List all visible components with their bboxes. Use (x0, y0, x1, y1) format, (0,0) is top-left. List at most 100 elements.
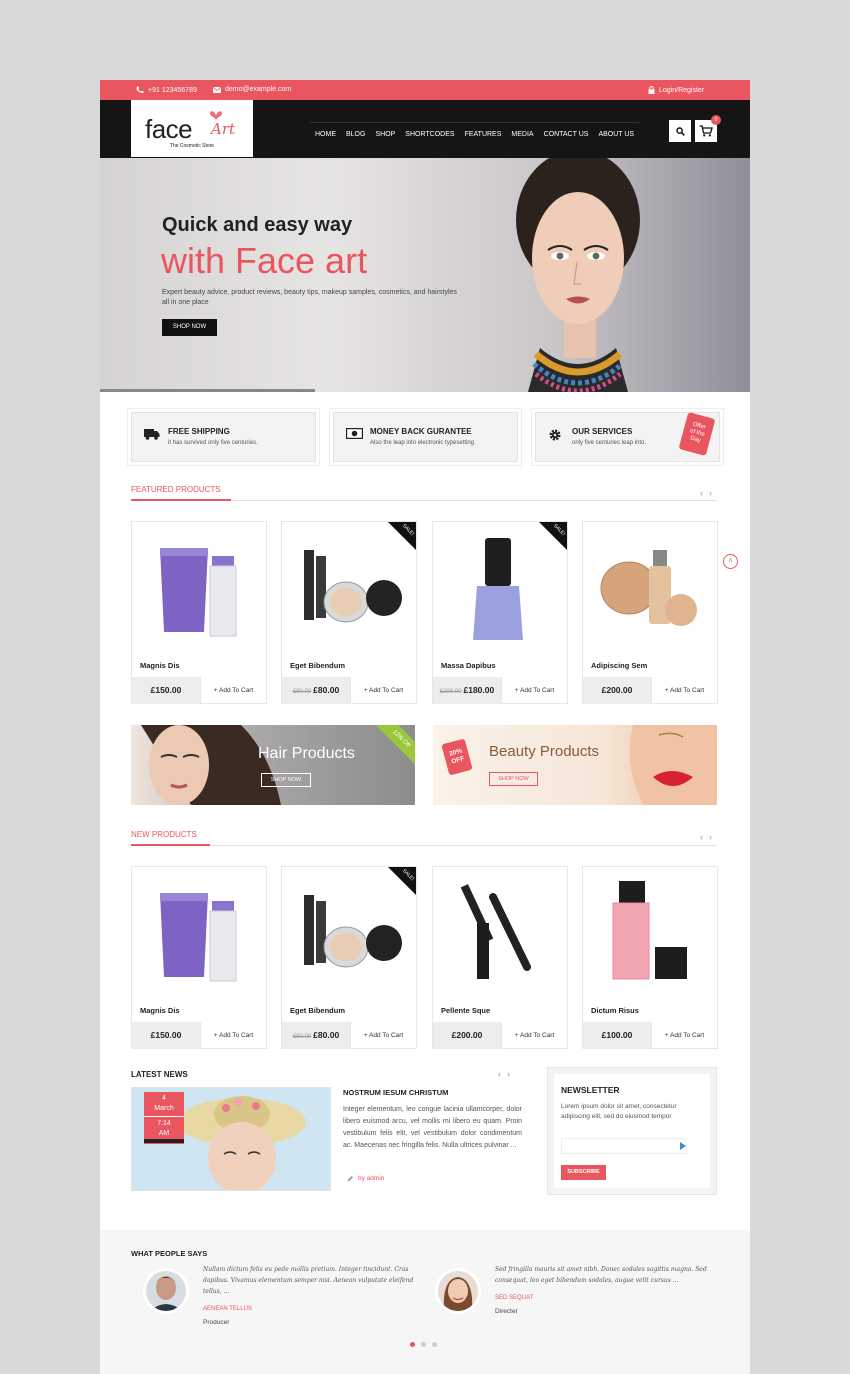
testimonial-role: Directer (495, 1308, 518, 1315)
add-to-cart-button[interactable]: + Add To Cart (651, 1022, 717, 1049)
search-icon (675, 126, 685, 136)
news-image[interactable]: 4 March 7:14 AM (131, 1087, 331, 1191)
testimonial-quote: Sed fringilla mauris sit amet nibh. Done… (495, 1266, 707, 1284)
nav-item-shop[interactable]: SHOP (370, 123, 400, 146)
new-products-carousel-arrows[interactable]: ‹› (700, 832, 718, 842)
testimonial-quote: Nullam dictum felis eu pede mollis preti… (203, 1266, 414, 1295)
service-description: it has survived only five centuries. (168, 440, 258, 446)
news-title[interactable]: NOSTRUM IESUM CHRISTUM (343, 1088, 448, 1097)
add-to-cart-button[interactable]: + Add To Cart (350, 677, 416, 704)
add-to-cart-button[interactable]: + Add To Cart (350, 1022, 416, 1049)
product-name[interactable]: Magnis Dis (140, 661, 180, 670)
nav-item-shortcodes[interactable]: SHORTCODES (400, 123, 459, 146)
product-old-price: £200.00 (439, 689, 462, 695)
phone-icon (136, 86, 144, 94)
featured-products-title: FEATURED PRODUCTS (131, 485, 221, 494)
product-card[interactable]: Magnis Dis £150.00 + Add To Cart (131, 866, 267, 1049)
cart-button[interactable]: 0 (695, 115, 721, 142)
carousel-dot-active[interactable] (410, 1342, 415, 1347)
add-to-cart-button[interactable]: + Add To Cart (501, 1022, 567, 1049)
nav-item-home[interactable]: HOME (310, 123, 341, 146)
latest-news-title: LATEST NEWS (131, 1070, 188, 1079)
discount-ribbon-text: 12% Off (391, 729, 411, 749)
news-date-day: 4 (162, 1095, 166, 1102)
service-free-shipping: FREE SHIPPING it has survived only five … (131, 412, 316, 462)
product-price: £150.00 (132, 1022, 200, 1049)
mail-icon (213, 86, 221, 93)
news-author-label: by admin (358, 1175, 385, 1182)
service-description: only five centuries leap into. (572, 440, 647, 446)
service-title: MONEY BACK GURANTEE (370, 427, 472, 436)
hero-shop-now-button[interactable]: SHOP NOW (162, 319, 217, 336)
product-card[interactable]: SALE! Eget Bibendum £90.00 £80.00 + Add T… (281, 866, 417, 1049)
service-title: OUR SERVICES (572, 427, 633, 436)
add-to-cart-button[interactable]: + Add To Cart (200, 677, 266, 704)
login-register-link[interactable]: Login/Register (648, 86, 704, 94)
beauty-banner-shop-button[interactable]: SHOP NOW (489, 772, 538, 786)
lock-icon (648, 86, 655, 94)
hair-banner-title: Hair Products (258, 745, 355, 762)
newsletter-email-input[interactable] (561, 1138, 687, 1154)
top-bar: +91 123456789 demo@example.com Login/Reg… (100, 80, 750, 100)
new-products-title: NEW PRODUCTS (131, 830, 197, 839)
product-price: £200.00 (433, 1022, 501, 1049)
product-card[interactable]: Pellente Sque £200.00 + Add To Cart (432, 866, 568, 1049)
subscribe-button[interactable]: SUBSCRIBE (561, 1165, 606, 1180)
product-name[interactable]: Massa Dapibus (441, 661, 496, 670)
product-name[interactable]: Adipiscing Sem (591, 661, 647, 670)
hero-heading: Quick and easy way (162, 214, 353, 236)
beauty-products-banner[interactable]: 20% OFF Beauty Products SHOP NOW (433, 725, 717, 805)
search-button[interactable] (669, 120, 691, 142)
product-card[interactable]: Adipiscing Sem £200.00 + Add To Cart (582, 521, 718, 704)
news-date-badge: 4 March 7:14 AM (144, 1092, 184, 1144)
news-time-period: AM (144, 1129, 184, 1143)
product-name[interactable]: Pellente Sque (441, 1006, 490, 1015)
product-name[interactable]: Magnis Dis (140, 1006, 180, 1015)
product-card[interactable]: SALE! Eget Bibendum £90.00 £80.00 + Add T… (281, 521, 417, 704)
testimonials-section: WHAT PEOPLE SAYS Nullam dictum felis eu … (100, 1230, 750, 1374)
site-logo[interactable]: face Art The Cosmetic Store (131, 100, 253, 157)
news-carousel-arrows[interactable]: ‹› (498, 1069, 516, 1079)
hair-banner-shop-button[interactable]: SHOP NOW (261, 773, 311, 787)
nav-item-blog[interactable]: BLOG (341, 123, 370, 146)
add-to-cart-button[interactable]: + Add To Cart (651, 677, 717, 704)
discount-ribbon: 12% Off (372, 725, 415, 768)
add-to-cart-button[interactable]: + Add To Cart (200, 1022, 266, 1049)
product-name[interactable]: Eget Bibendum (290, 1006, 345, 1015)
product-price: £200.00 £180.00 (433, 677, 501, 704)
news-author[interactable]: by admin (347, 1175, 384, 1182)
phone-contact[interactable]: +91 123456789 (136, 86, 197, 94)
service-title: FREE SHIPPING (168, 427, 230, 436)
news-date-month: March (144, 1104, 184, 1117)
nav-item-about-us[interactable]: ABOUT US (593, 123, 639, 146)
product-card[interactable]: Magnis Dis £150.00 + Add To Cart (131, 521, 267, 704)
product-image-foundation (600, 550, 697, 626)
hair-products-banner[interactable]: Hair Products SHOP NOW 12% Off (131, 725, 415, 805)
featured-carousel-arrows[interactable]: ‹› (700, 488, 718, 498)
product-old-price: £90.00 (292, 689, 312, 695)
product-old-price: £90.00 (292, 1034, 312, 1040)
section-divider (131, 844, 717, 846)
phone-number: +91 123456789 (148, 86, 197, 94)
carousel-dot[interactable] (432, 1342, 437, 1347)
logo-brand-main: face (145, 114, 193, 144)
newsletter-box: NEWSLETTER Lorem ipsum dolor sit amet, c… (547, 1067, 717, 1195)
email-contact[interactable]: demo@example.com (213, 86, 291, 93)
product-name[interactable]: Eget Bibendum (290, 661, 345, 670)
send-icon[interactable] (680, 1142, 686, 1150)
product-name[interactable]: Dictum Risus (591, 1006, 639, 1015)
testimonials-title: WHAT PEOPLE SAYS (131, 1249, 208, 1258)
nav-item-features[interactable]: FEATURES (460, 123, 507, 146)
pencil-icon (347, 1176, 353, 1182)
add-to-cart-button[interactable]: + Add To Cart (501, 677, 567, 704)
nav-item-contact-us[interactable]: CONTACT US (539, 123, 594, 146)
truck-icon (144, 429, 160, 440)
nav-item-media[interactable]: MEDIA (506, 123, 538, 146)
product-price: £100.00 (583, 1022, 651, 1049)
scroll-to-top-button[interactable]: ˄ (723, 554, 738, 569)
product-card[interactable]: SALE! Massa Dapibus £200.00 £180.00 + Add… (432, 521, 568, 704)
person-icon (146, 1271, 186, 1311)
product-card[interactable]: Dictum Risus £100.00 + Add To Cart (582, 866, 718, 1049)
carousel-dot[interactable] (421, 1342, 426, 1347)
product-price: £200.00 (583, 677, 651, 704)
